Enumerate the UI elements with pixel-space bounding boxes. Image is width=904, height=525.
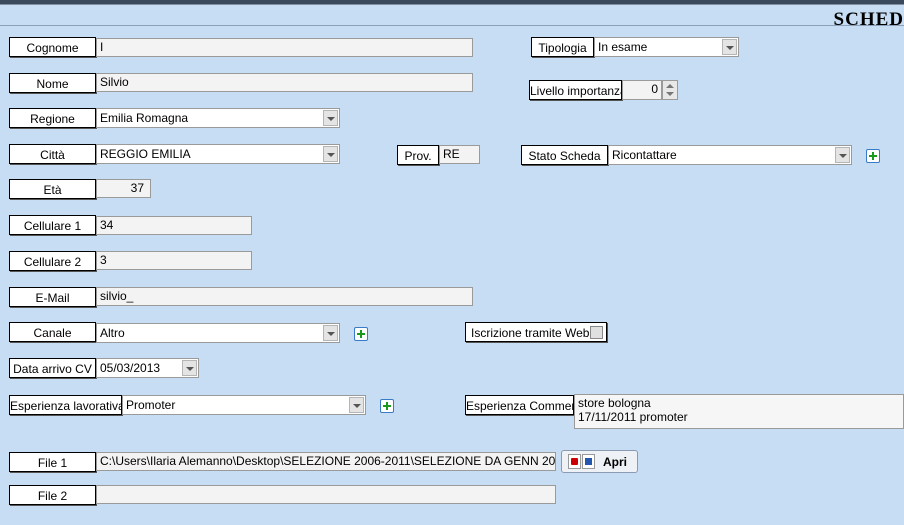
livello-importanza-field[interactable]: 0 (622, 80, 662, 100)
label-cognome: Cognome (9, 37, 96, 57)
label-regione: Regione (9, 108, 96, 128)
esperienza-commenti-memo[interactable]: store bologna 17/11/2011 promoter (574, 394, 904, 429)
page-title: SCHED (833, 9, 904, 30)
regione-select[interactable]: Emilia Romagna (96, 108, 340, 128)
label-iscrizione-web: Iscrizione tramite Web (465, 322, 607, 342)
data-arrivo-value: 05/03/2013 (100, 361, 161, 375)
canale-value: Altro (100, 326, 125, 340)
regione-value: Emilia Romagna (100, 111, 189, 125)
cognome-field[interactable]: I (96, 38, 473, 57)
dropdown-arrow-icon[interactable] (323, 146, 338, 162)
label-citta: Città (9, 144, 96, 164)
cellulare1-field[interactable]: 34 (96, 216, 252, 235)
commenti-line1: store bologna (578, 396, 651, 410)
label-esperienza-commenti: Esperienza Commenti (465, 395, 584, 415)
label-cellulare2: Cellulare 2 (9, 251, 96, 271)
citta-value: REGGIO EMILIA (100, 147, 191, 161)
citta-select[interactable]: REGGIO EMILIA (96, 144, 340, 164)
label-prov: Prov. (397, 145, 439, 165)
tipologia-select[interactable]: In esame (594, 37, 739, 57)
dropdown-arrow-icon[interactable] (349, 397, 364, 413)
add-canale-icon[interactable] (354, 327, 368, 341)
label-email: E-Mail (9, 287, 96, 307)
label-canale: Canale (9, 322, 96, 342)
word-icon (582, 454, 595, 469)
label-nome: Nome (9, 73, 96, 93)
esperienza-lavorativa-select[interactable]: Promoter (122, 395, 366, 415)
tipologia-value: In esame (598, 40, 648, 54)
dropdown-arrow-icon[interactable] (323, 110, 338, 126)
email-field[interactable]: silvio_ (96, 287, 473, 306)
cellulare2-field[interactable]: 3 (96, 251, 252, 270)
livello-spinner[interactable] (662, 80, 678, 100)
data-arrivo-picker[interactable]: 05/03/2013 (96, 358, 199, 378)
esperienza-lavorativa-value: Promoter (126, 398, 176, 412)
dropdown-arrow-icon[interactable] (722, 39, 737, 55)
add-stato-icon[interactable] (866, 149, 880, 163)
prov-field[interactable]: RE (439, 145, 480, 164)
eta-field[interactable]: 37 (96, 179, 151, 198)
label-file1: File 1 (9, 452, 96, 472)
label-cellulare1: Cellulare 1 (9, 215, 96, 235)
label-file2: File 2 (9, 485, 96, 505)
label-esperienza-lavorativa: Esperienza lavorativa (9, 395, 125, 415)
file1-field[interactable]: C:\Users\Ilaria Alemanno\Desktop\SELEZIO… (96, 452, 556, 471)
stato-scheda-select[interactable]: Ricontattare (608, 145, 852, 165)
iscrizione-web-checkbox[interactable] (590, 326, 603, 339)
pdf-icon (568, 454, 581, 469)
apri-button[interactable]: Apri (561, 450, 638, 473)
header-bar: SCHED (0, 5, 904, 30)
label-eta: Età (9, 179, 96, 199)
label-tipologia: Tipologia (531, 37, 594, 57)
dropdown-arrow-icon[interactable] (323, 325, 338, 341)
label-data-arrivo: Data arrivo CV (9, 358, 96, 378)
file2-field[interactable] (96, 485, 556, 504)
commenti-line2: 17/11/2011 promoter (578, 410, 688, 424)
stato-scheda-value: Ricontattare (612, 148, 677, 162)
label-livello-importanza: Livello importanza (529, 80, 627, 100)
apri-label: Apri (603, 455, 627, 469)
canale-select[interactable]: Altro (96, 323, 340, 343)
spin-up-icon[interactable] (666, 84, 674, 88)
dropdown-arrow-icon[interactable] (835, 147, 850, 163)
iscrizione-web-text: Iscrizione tramite Web (471, 326, 590, 340)
add-esperienza-icon[interactable] (380, 399, 394, 413)
nome-field[interactable]: Silvio (96, 73, 473, 92)
label-stato-scheda: Stato Scheda (521, 145, 608, 165)
dropdown-arrow-icon[interactable] (182, 360, 197, 376)
spin-down-icon[interactable] (666, 92, 674, 96)
